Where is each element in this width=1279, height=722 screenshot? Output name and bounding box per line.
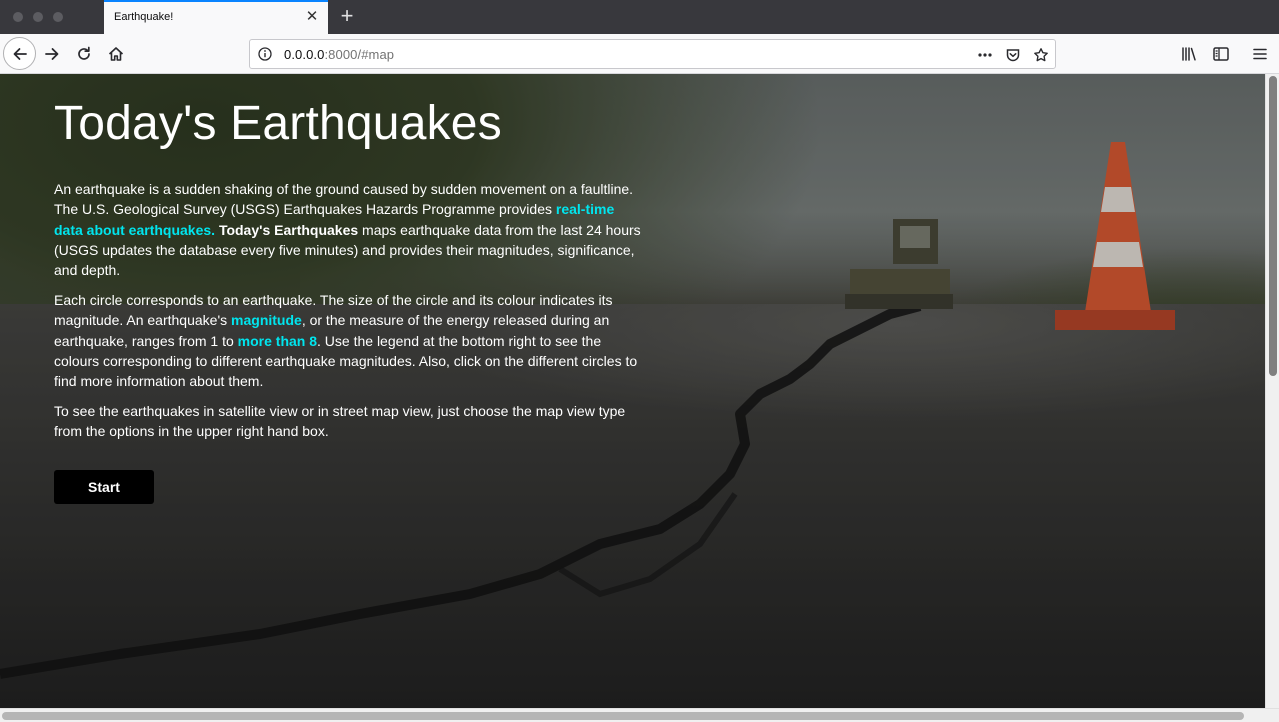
intro-paragraph: An earthquake is a sudden shaking of the… [54,179,644,280]
page-title: Today's Earthquakes [54,97,502,150]
app-name-strong: Today's Earthquakes [218,221,359,238]
horizontal-scrollbar[interactable] [0,708,1279,722]
intro-text-1: An earthquake is a sudden shaking of the… [54,181,634,218]
map-view-paragraph: To see the earthquakes in satellite view… [54,403,626,440]
url-path: :8000/#map [324,47,395,62]
start-button[interactable]: Start [54,470,154,504]
forward-icon [45,48,59,60]
window-zoom-dot[interactable] [53,12,63,22]
forward-button[interactable] [36,38,68,70]
more-icon[interactable] [977,47,993,63]
tab-earthquake[interactable]: Earthquake! ✕ [104,0,328,34]
url-host: 0.0.0.0 [284,47,325,62]
library-button[interactable] [1173,38,1205,70]
home-icon [108,47,124,61]
url-text[interactable]: 0.0.0.0:8000/#map [284,47,394,62]
sidebar-button[interactable] [1205,38,1237,70]
page-content: Today's Earthquakes An earthquake is a s… [0,74,1265,708]
more-than-8-link[interactable]: more than 8 [238,333,317,349]
plus-icon[interactable]: + [336,4,358,28]
vertical-scrollbar[interactable] [1265,74,1279,708]
reload-icon [78,46,90,60]
home-button[interactable] [100,38,132,70]
menu-icon [1253,48,1267,60]
menu-button[interactable] [1244,38,1276,70]
back-button[interactable] [3,37,36,70]
pocket-icon[interactable] [1005,47,1021,63]
legend-paragraph: Each circle corresponds to an earthquake… [54,290,644,391]
intro-text-2: . [211,221,219,238]
url-bar[interactable]: 0.0.0.0:8000/#map [249,39,1056,69]
navigation-toolbar: 0.0.0.0:8000/#map [0,34,1279,74]
horizontal-scroll-thumb[interactable] [2,712,1244,720]
back-icon [13,47,27,60]
window-minimize-dot[interactable] [33,12,43,22]
tab-title: Earthquake! [114,11,174,23]
vertical-scroll-thumb[interactable] [1269,76,1277,376]
sidebar-icon [1213,47,1229,61]
magnitude-link[interactable]: magnitude [231,312,302,328]
reload-button[interactable] [68,38,100,70]
info-icon[interactable] [258,47,272,61]
window-close-dot[interactable] [13,12,23,22]
star-icon[interactable] [1033,47,1049,63]
library-icon [1182,47,1196,61]
close-icon[interactable]: ✕ [304,8,320,26]
tab-strip: Earthquake! ✕ + [0,0,1279,34]
